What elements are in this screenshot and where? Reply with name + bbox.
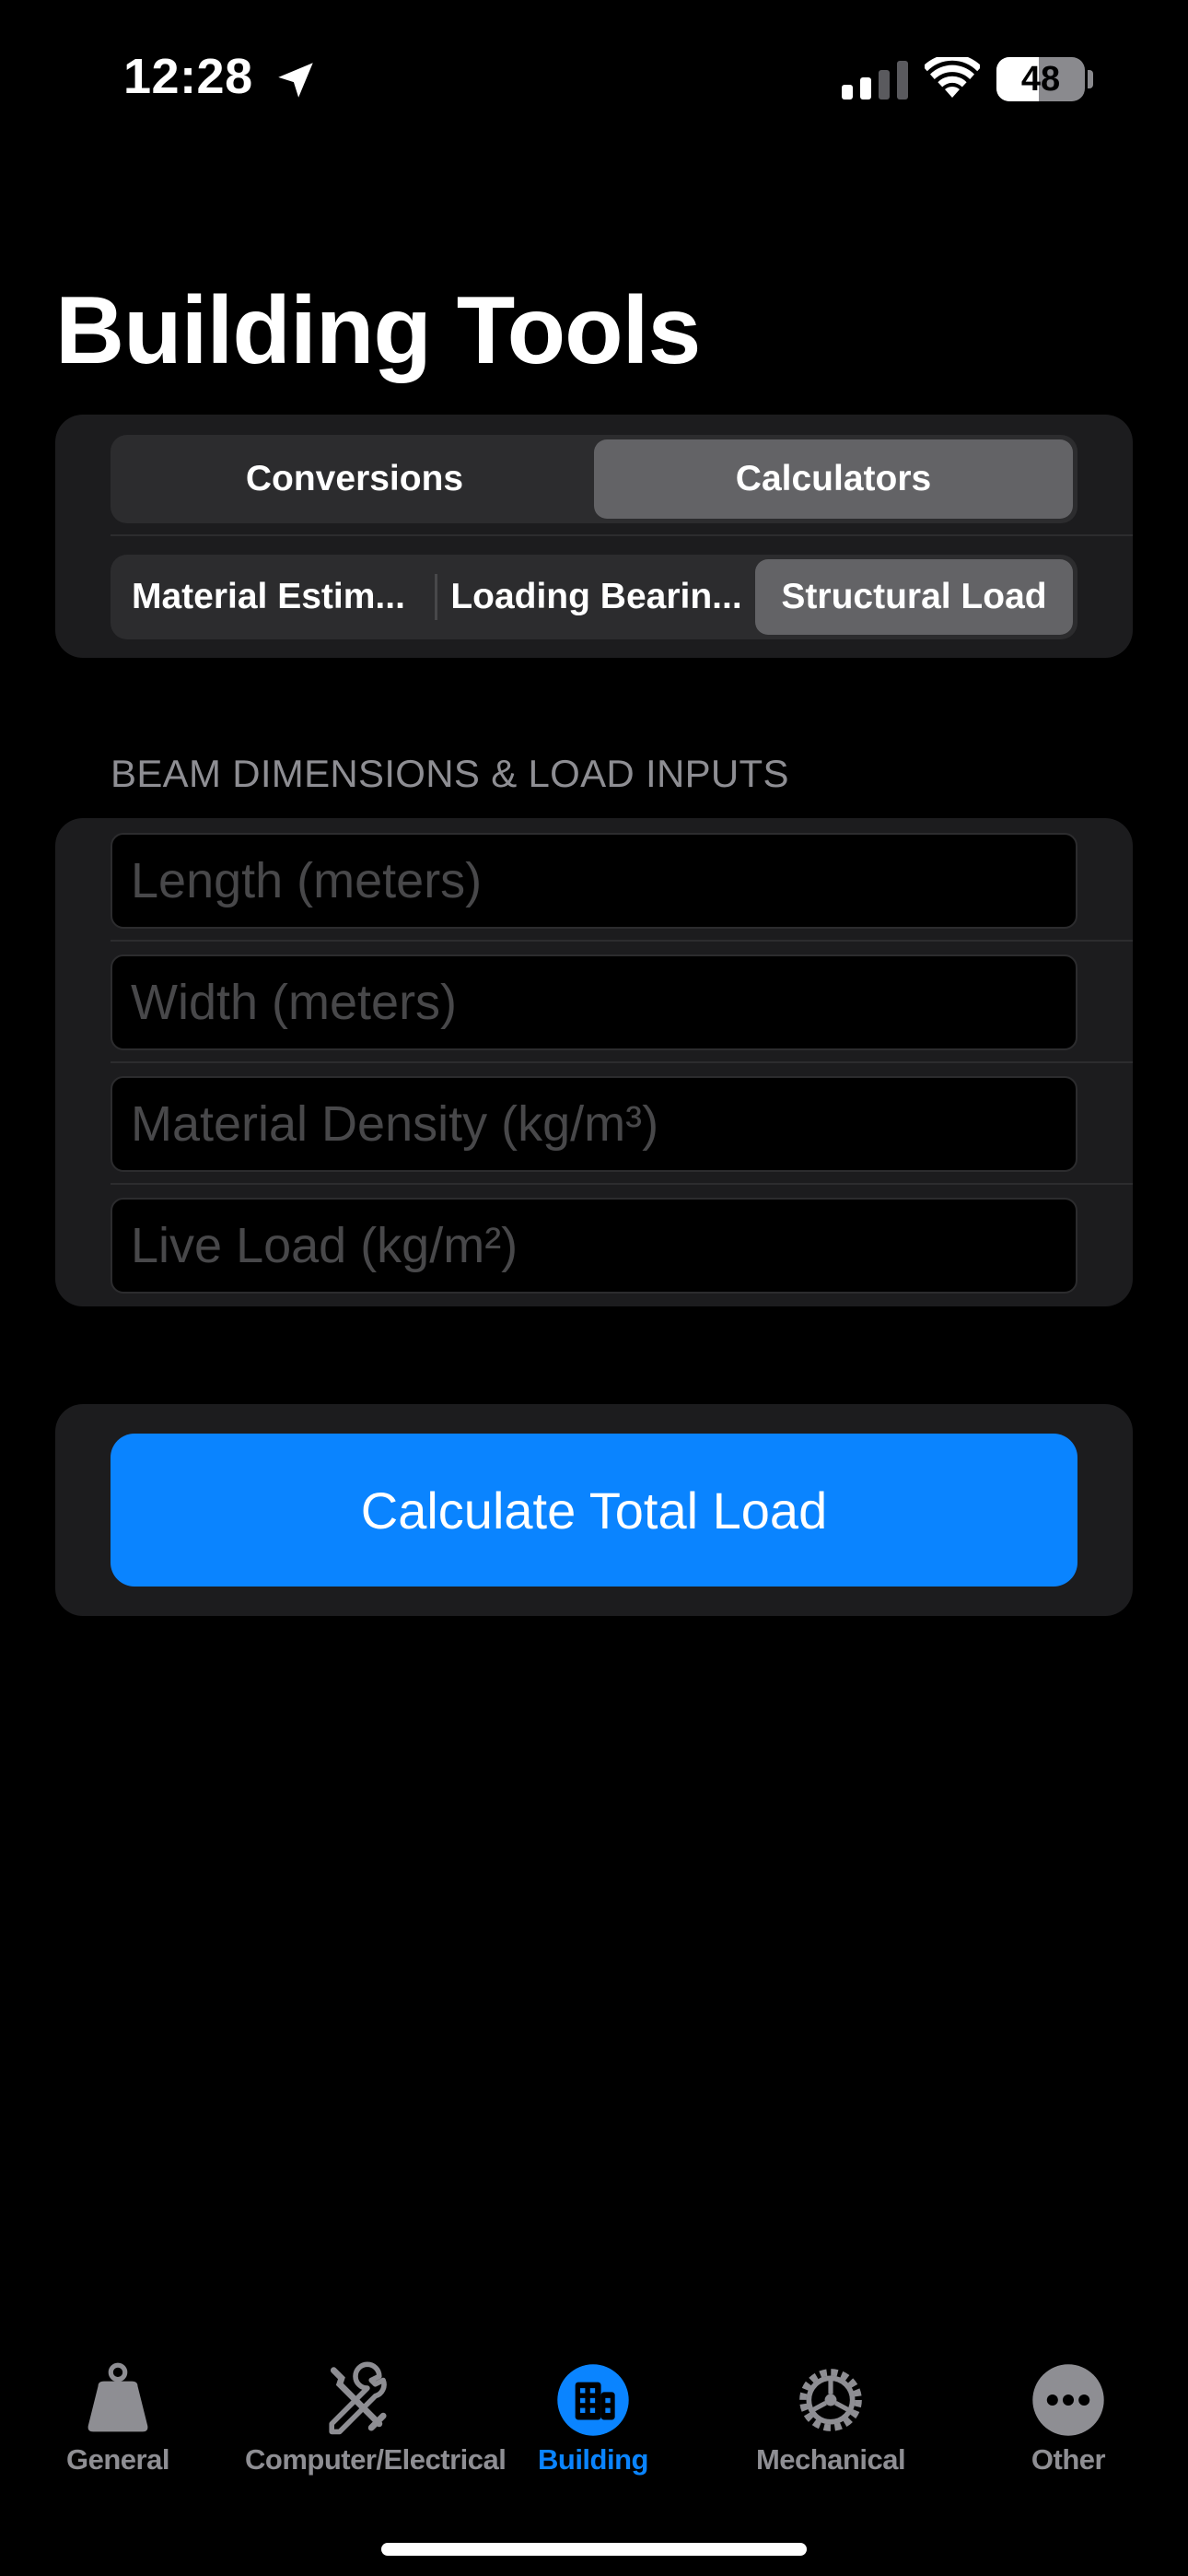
segment-material-estimator[interactable]: Material Estim...	[115, 559, 435, 635]
divider	[111, 1183, 1133, 1185]
segment-structural-load[interactable]: Structural Load	[755, 559, 1073, 635]
battery-indicator: 48	[996, 57, 1085, 101]
gear-icon	[799, 2369, 862, 2431]
live-load-input-row	[111, 1198, 1077, 1294]
width-input[interactable]	[111, 954, 1077, 1050]
tab-bar: General Computer/Electrical Building Mec…	[0, 2340, 1188, 2506]
tab-label: Mechanical	[755, 2443, 906, 2476]
tab-label: Computer/Electrical	[245, 2443, 507, 2476]
mode-segmented-control: Conversions Calculators	[111, 435, 1077, 523]
app-screen: 12:28 48 Building Tools Conversions Calc…	[0, 0, 1188, 2576]
tab-mechanical[interactable]: Mechanical	[720, 2340, 941, 2488]
calculator-segmented-control: Material Estim... Loading Bearin... Stru…	[111, 555, 1077, 639]
tab-label: Building	[538, 2443, 648, 2476]
segment-conversions[interactable]: Conversions	[115, 439, 594, 519]
more-icon	[1032, 2364, 1104, 2436]
length-input-row	[111, 833, 1077, 929]
density-input-row	[111, 1076, 1077, 1172]
tab-general[interactable]: General	[7, 2340, 228, 2488]
tab-label: General	[66, 2443, 169, 2476]
tab-building[interactable]: Building	[483, 2340, 704, 2488]
weight-icon	[87, 2362, 148, 2432]
length-input[interactable]	[111, 833, 1077, 929]
calculate-total-load-button[interactable]: Calculate Total Load	[111, 1434, 1077, 1587]
tools-icon	[329, 2361, 387, 2435]
tab-computer-electrical[interactable]: Computer/Electrical	[245, 2340, 507, 2488]
status-time: 12:28	[123, 49, 253, 104]
section-header: BEAM DIMENSIONS & LOAD INPUTS	[111, 752, 789, 795]
cellular-signal-icon	[842, 61, 908, 100]
battery-percent: 48	[1020, 59, 1061, 99]
width-input-row	[111, 954, 1077, 1050]
wifi-icon	[925, 57, 980, 98]
live-load-input[interactable]	[111, 1198, 1077, 1294]
divider	[111, 940, 1133, 942]
material-density-input[interactable]	[111, 1076, 1077, 1172]
page-title: Building Tools	[55, 277, 701, 384]
segment-calculators[interactable]: Calculators	[594, 439, 1073, 519]
tab-other[interactable]: Other	[958, 2340, 1179, 2488]
inputs-card	[55, 818, 1133, 1306]
location-arrow-icon	[278, 63, 313, 98]
status-bar: 12:28 48	[0, 0, 1188, 157]
tab-label: Other	[1031, 2443, 1106, 2476]
battery-cap	[1088, 70, 1093, 88]
segment-card: Conversions Calculators Material Estim..…	[55, 415, 1133, 658]
home-indicator[interactable]	[381, 2543, 807, 2556]
action-card: Calculate Total Load	[55, 1404, 1133, 1616]
divider	[111, 1061, 1133, 1063]
divider	[111, 534, 1133, 536]
segment-loading-bearing[interactable]: Loading Bearin...	[437, 559, 755, 635]
building-icon	[557, 2364, 629, 2436]
